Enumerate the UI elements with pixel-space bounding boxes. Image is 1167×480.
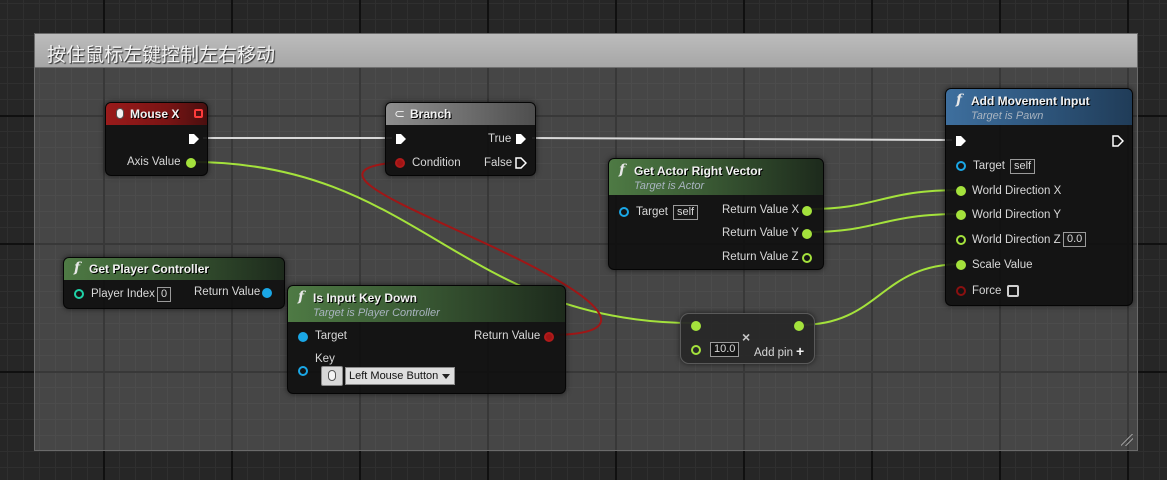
function-icon: f — [956, 92, 963, 108]
delegate-pin[interactable] — [194, 109, 203, 118]
mouse-icon — [328, 370, 336, 381]
node-is-input-key-down-title: Is Input Key Down — [313, 291, 418, 305]
node-get-actor-right-vector[interactable]: f Get Actor Right Vector Target is Actor… — [608, 158, 824, 270]
target-pin[interactable] — [298, 332, 308, 342]
node-is-input-key-down[interactable]: f Is Input Key Down Target is Player Con… — [287, 285, 566, 394]
node-get-actor-right-vector-title: Get Actor Right Vector — [634, 164, 763, 178]
axis-value-label: Axis Value — [127, 156, 181, 168]
multiply-icon: × — [742, 329, 751, 345]
node-add-movement-input-header[interactable]: f Add Movement Input Target is Pawn — [946, 89, 1132, 125]
world-direction-x-pin[interactable] — [956, 186, 966, 196]
multiply-input-a-pin[interactable] — [691, 321, 701, 331]
scale-value-pin[interactable] — [956, 260, 966, 270]
add-pin-label[interactable]: Add pin — [754, 347, 793, 359]
node-add-movement-input-subtitle: Target is Pawn — [971, 110, 1044, 122]
return-value-pin[interactable] — [262, 288, 272, 298]
node-branch-title: Branch — [410, 107, 452, 121]
player-index-pin[interactable] — [74, 289, 84, 299]
return-value-label: Return Value — [194, 286, 261, 298]
function-icon: f — [74, 260, 81, 276]
return-y-label: Return Value Y — [722, 227, 799, 239]
comment-title: 按住鼠标左键控制左右移动 — [47, 44, 276, 66]
return-x-label: Return Value X — [722, 204, 800, 216]
world-direction-x-label: World Direction X — [972, 185, 1062, 197]
branch-false-label: False — [484, 157, 513, 169]
key-dropdown[interactable]: Left Mouse Button — [345, 367, 456, 385]
return-value-pin[interactable] — [544, 332, 554, 342]
force-checkbox[interactable] — [1007, 285, 1019, 297]
target-label: Target — [973, 160, 1005, 172]
return-y-pin[interactable] — [802, 229, 812, 239]
node-get-actor-right-vector-header[interactable]: f Get Actor Right Vector Target is Actor — [609, 159, 823, 195]
node-branch-header[interactable]: ⊂ Branch — [386, 103, 535, 125]
force-pin[interactable] — [956, 286, 966, 296]
node-branch[interactable]: ⊂ Branch True Condition False — [385, 102, 536, 176]
node-get-player-controller-header[interactable]: f Get Player Controller — [64, 258, 284, 280]
key-pin[interactable] — [298, 366, 308, 376]
return-x-pin[interactable] — [802, 206, 812, 216]
world-direction-z-pin[interactable] — [956, 235, 966, 245]
branch-condition-label: Condition — [412, 157, 461, 169]
target-label: Target — [636, 206, 668, 218]
multiply-input-b-pin[interactable] — [691, 345, 701, 355]
multiply-output-pin[interactable] — [794, 321, 804, 331]
node-mouse-x[interactable]: Mouse X Axis Value — [105, 102, 208, 176]
mouse-icon — [116, 108, 124, 119]
return-z-pin[interactable] — [802, 253, 812, 263]
player-index-field[interactable]: 0 — [157, 287, 172, 302]
comment-header[interactable]: 按住鼠标左键控制左右移动 — [35, 34, 1137, 68]
key-label: Key — [315, 353, 335, 365]
node-multiply[interactable]: × 10.0 Add pin + — [680, 313, 815, 364]
node-mouse-x-header[interactable]: Mouse X — [106, 103, 207, 125]
branch-condition-pin[interactable] — [395, 158, 405, 168]
node-get-player-controller[interactable]: f Get Player Controller Player Index 0 R… — [63, 257, 285, 309]
scale-value-label: Scale Value — [972, 259, 1033, 271]
world-direction-z-field[interactable]: 0.0 — [1063, 232, 1087, 247]
node-is-input-key-down-header[interactable]: f Is Input Key Down Target is Player Con… — [288, 286, 565, 322]
player-index-label: Player Index — [91, 288, 155, 300]
node-add-movement-input-title: Add Movement Input — [971, 94, 1090, 108]
world-direction-z-label: World Direction Z — [972, 234, 1061, 246]
node-add-movement-input[interactable]: f Add Movement Input Target is Pawn Targ… — [945, 88, 1133, 306]
axis-value-pin[interactable] — [186, 158, 196, 168]
target-pin[interactable] — [619, 207, 629, 217]
node-is-input-key-down-subtitle: Target is Player Controller — [313, 307, 440, 319]
node-get-player-controller-title: Get Player Controller — [89, 262, 210, 276]
world-direction-y-label: World Direction Y — [972, 209, 1062, 221]
target-self-field[interactable]: self — [1010, 159, 1036, 174]
return-value-label: Return Value — [474, 330, 541, 342]
branch-true-label: True — [488, 133, 512, 145]
add-pin-icon[interactable]: + — [796, 343, 804, 359]
multiply-b-field[interactable]: 10.0 — [710, 342, 740, 357]
node-mouse-x-title: Mouse X — [130, 107, 180, 121]
force-label: Force — [972, 285, 1002, 297]
branch-icon: ⊂ — [394, 106, 405, 121]
function-icon: f — [619, 162, 626, 178]
function-icon: f — [298, 289, 305, 305]
return-z-label: Return Value Z — [722, 251, 799, 263]
comment-resize-handle[interactable] — [1121, 434, 1133, 446]
target-self-field[interactable]: self — [673, 205, 699, 220]
key-selector-button[interactable] — [321, 366, 343, 386]
world-direction-y-pin[interactable] — [956, 210, 966, 220]
target-pin[interactable] — [956, 161, 966, 171]
target-label: Target — [315, 330, 347, 342]
node-get-actor-right-vector-subtitle: Target is Actor — [634, 180, 705, 192]
